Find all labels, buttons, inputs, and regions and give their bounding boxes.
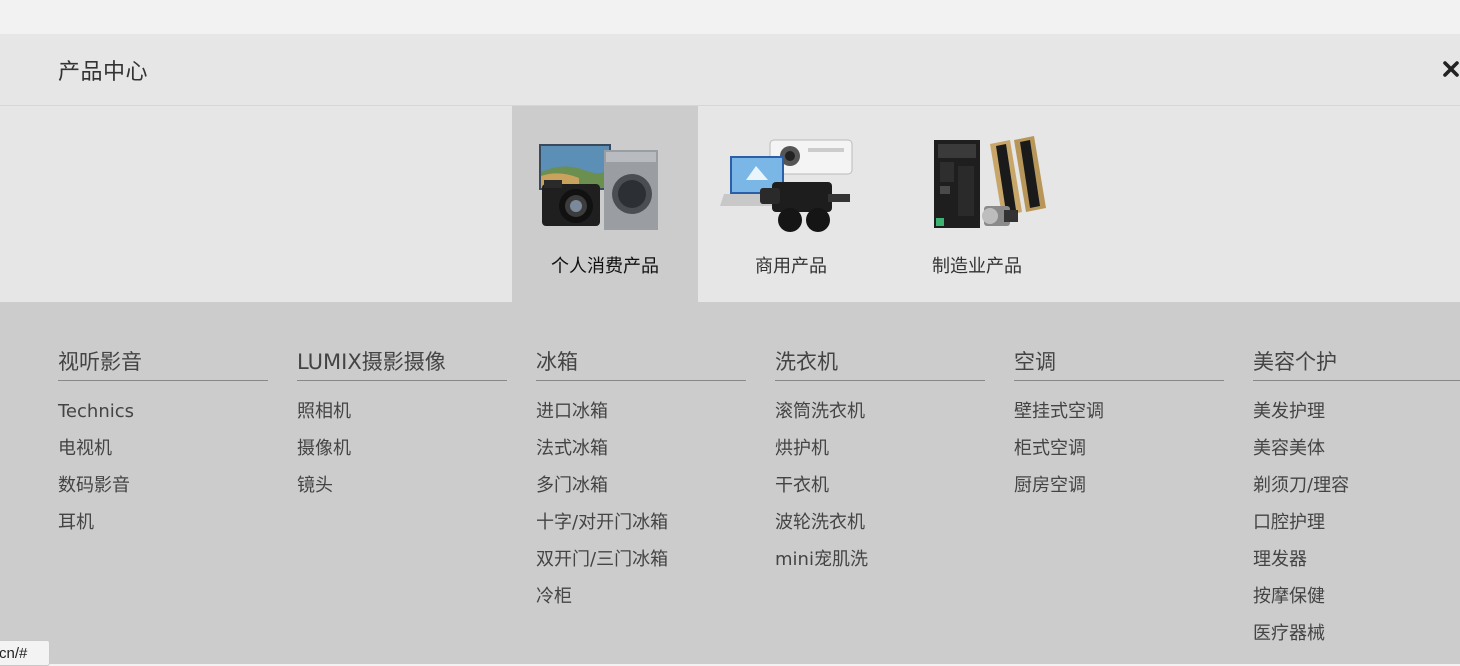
list-item[interactable]: 进口冰箱 — [536, 393, 746, 430]
column-refrigerators: 冰箱 进口冰箱 法式冰箱 多门冰箱 十字/对开门冰箱 双开门/三门冰箱 冷柜 — [536, 346, 746, 615]
column-audio-video: 视听影音 Technics 电视机 数码影音 耳机 — [58, 346, 268, 541]
list-item[interactable]: 美容美体 — [1253, 430, 1460, 467]
tab-label: 商用产品 — [755, 256, 827, 277]
column-heading[interactable]: 冰箱 — [536, 346, 746, 381]
list-item[interactable]: 数码影音 — [58, 467, 268, 504]
list-item[interactable]: 滚筒洗衣机 — [775, 393, 985, 430]
list-item[interactable]: 摄像机 — [297, 430, 507, 467]
list-item[interactable]: 壁挂式空调 — [1014, 393, 1224, 430]
list-item[interactable]: 多门冰箱 — [536, 467, 746, 504]
list-item[interactable]: 烘护机 — [775, 430, 985, 467]
product-center-header: 产品中心 — [0, 34, 1460, 106]
list-item[interactable]: 电视机 — [58, 430, 268, 467]
list-item[interactable]: 按摩保健 — [1253, 578, 1460, 615]
list-item[interactable]: 十字/对开门冰箱 — [536, 504, 746, 541]
column-heading[interactable]: LUMIX摄影摄像 — [297, 346, 507, 381]
list-item[interactable]: 厨房空调 — [1014, 467, 1224, 504]
list-item[interactable]: 冷柜 — [536, 578, 746, 615]
tab-consumer-products[interactable]: 个人消费产品 — [512, 106, 698, 302]
tab-label: 个人消费产品 — [551, 256, 659, 277]
list-item[interactable]: 波轮洗衣机 — [775, 504, 985, 541]
column-heading[interactable]: 空调 — [1014, 346, 1224, 381]
column-air-conditioners: 空调 壁挂式空调 柜式空调 厨房空调 — [1014, 346, 1224, 504]
product-list-panel: 视听影音 Technics 电视机 数码影音 耳机 LUMIX摄影摄像 照相机 … — [0, 302, 1460, 664]
category-tabs: 个人消费产品 商用产品 制造业产品 — [0, 106, 1460, 302]
column-heading[interactable]: 洗衣机 — [775, 346, 985, 381]
close-button[interactable] — [1438, 56, 1460, 82]
list-item[interactable]: 柜式空调 — [1014, 430, 1224, 467]
column-washing-machines: 洗衣机 滚筒洗衣机 烘护机 干衣机 波轮洗衣机 mini宠肌洗 — [775, 346, 985, 578]
list-item[interactable]: 干衣机 — [775, 467, 985, 504]
column-heading[interactable]: 美容个护 — [1253, 346, 1460, 381]
column-heading[interactable]: 视听影音 — [58, 346, 268, 381]
tab-business-products[interactable]: 商用产品 — [698, 106, 884, 302]
list-item[interactable]: 耳机 — [58, 504, 268, 541]
list-item[interactable]: 美发护理 — [1253, 393, 1460, 430]
list-item[interactable]: mini宠肌洗 — [775, 541, 985, 578]
list-item[interactable]: 镜头 — [297, 467, 507, 504]
close-icon — [1443, 61, 1459, 77]
list-item[interactable]: 双开门/三门冰箱 — [536, 541, 746, 578]
list-item[interactable]: 理发器 — [1253, 541, 1460, 578]
list-item[interactable]: 医疗器械 — [1253, 615, 1460, 652]
page-title: 产品中心 — [58, 60, 149, 85]
top-strip — [0, 0, 1460, 34]
tab-label: 制造业产品 — [932, 256, 1022, 277]
column-beauty-care: 美容个护 美发护理 美容美体 剃须刀/理容 口腔护理 理发器 按摩保健 医疗器械 — [1253, 346, 1460, 652]
status-bar-url: cn/# — [0, 640, 50, 666]
list-item[interactable]: 照相机 — [297, 393, 507, 430]
column-lumix: LUMIX摄影摄像 照相机 摄像机 镜头 — [297, 346, 507, 504]
list-item[interactable]: 法式冰箱 — [536, 430, 746, 467]
manufacturing-products-image — [934, 136, 1046, 228]
list-item[interactable]: 剃须刀/理容 — [1253, 467, 1460, 504]
business-products-image — [720, 139, 853, 232]
list-item[interactable]: Technics — [58, 393, 268, 430]
tab-manufacturing-products[interactable]: 制造业产品 — [884, 106, 1070, 302]
list-item[interactable]: 口腔护理 — [1253, 504, 1460, 541]
consumer-products-image — [539, 144, 658, 230]
